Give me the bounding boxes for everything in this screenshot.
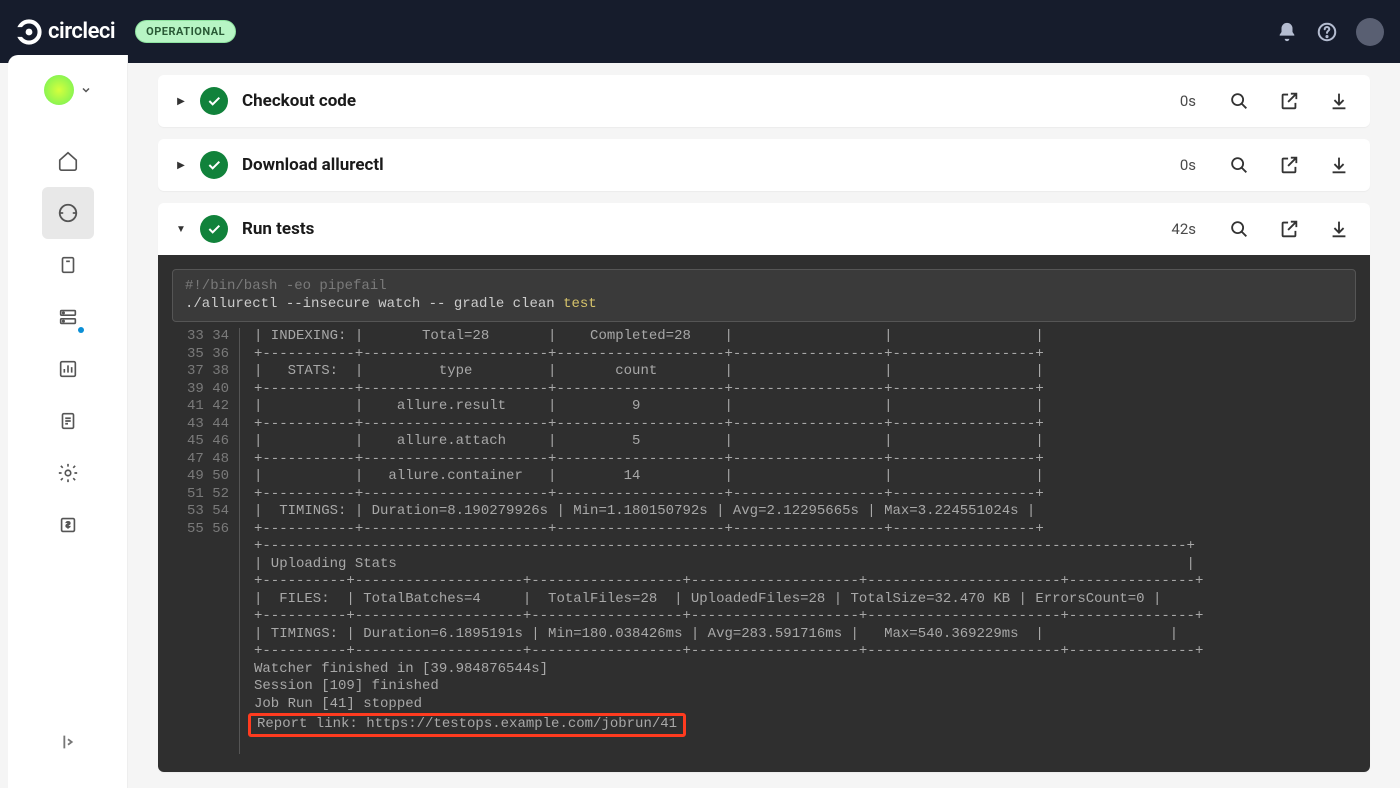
sidebar <box>8 55 128 788</box>
log-area: 33 34 35 36 37 38 39 40 41 42 43 44 45 4… <box>172 328 1356 754</box>
step-run-tests: ▼ Run tests 42s #!/bin/bash -eo pipefail… <box>158 203 1370 772</box>
nav-card[interactable] <box>42 239 94 291</box>
step-header[interactable]: ▶ Checkout code 0s <box>158 75 1370 127</box>
nav-pipelines[interactable] <box>42 187 94 239</box>
chevron-down-icon <box>80 84 92 96</box>
step-duration: 0s <box>1180 92 1196 110</box>
step-header[interactable]: ▶ Download allurectl 0s <box>158 139 1370 191</box>
expand-right-icon: ▶ <box>176 96 186 107</box>
report-link-highlight: Report link: https://testops.example.com… <box>248 713 686 737</box>
terminal-output: #!/bin/bash -eo pipefail ./allurectl --i… <box>158 255 1370 772</box>
expand-right-icon: ▶ <box>176 160 186 171</box>
download-icon[interactable] <box>1326 88 1352 114</box>
org-avatar <box>44 75 74 105</box>
pipeline-icon <box>57 202 79 224</box>
search-icon[interactable] <box>1226 88 1252 114</box>
gear-icon <box>57 462 79 484</box>
nav-servers[interactable] <box>42 291 94 343</box>
step-checkout: ▶ Checkout code 0s <box>158 75 1370 127</box>
step-header[interactable]: ▼ Run tests 42s <box>158 203 1370 255</box>
nav-dot-indicator <box>78 327 84 333</box>
chart-icon <box>57 358 79 380</box>
nav-settings[interactable] <box>42 447 94 499</box>
step-title: Run tests <box>242 219 314 239</box>
step-duration: 42s <box>1171 220 1196 238</box>
line-gutter: 33 34 35 36 37 38 39 40 41 42 43 44 45 4… <box>172 328 240 754</box>
status-badge[interactable]: OPERATIONAL <box>135 20 236 43</box>
document-icon <box>57 410 79 432</box>
step-download-allurectl: ▶ Download allurectl 0s <box>158 139 1370 191</box>
download-icon[interactable] <box>1326 152 1352 178</box>
home-icon <box>57 150 79 172</box>
user-avatar[interactable] <box>1356 18 1384 46</box>
log-lines: | INDEXING: | Total=28 | Completed=28 | … <box>240 328 1356 754</box>
nav-docs[interactable] <box>42 395 94 447</box>
open-external-icon[interactable] <box>1276 152 1302 178</box>
command-box: #!/bin/bash -eo pipefail ./allurectl --i… <box>172 269 1356 322</box>
status-success-icon <box>200 215 228 243</box>
status-success-icon <box>200 87 228 115</box>
sidebar-collapse[interactable] <box>42 716 94 768</box>
open-external-icon[interactable] <box>1276 216 1302 242</box>
expand-down-icon: ▼ <box>176 224 186 235</box>
nav-insights[interactable] <box>42 343 94 395</box>
brand-name: circleci <box>48 19 115 44</box>
bell-icon[interactable] <box>1276 21 1298 43</box>
step-title: Download allurectl <box>242 155 384 175</box>
open-external-icon[interactable] <box>1276 88 1302 114</box>
collapse-icon <box>57 731 79 753</box>
org-selector[interactable] <box>44 75 92 105</box>
step-duration: 0s <box>1180 156 1196 174</box>
card-icon <box>57 254 79 276</box>
dollar-icon <box>57 514 79 536</box>
command-line: ./allurectl --insecure watch -- gradle c… <box>185 296 1343 314</box>
download-icon[interactable] <box>1326 216 1352 242</box>
status-success-icon <box>200 151 228 179</box>
circleci-logo-icon <box>16 19 42 45</box>
help-icon[interactable] <box>1316 21 1338 43</box>
topbar: circleci OPERATIONAL <box>0 0 1400 63</box>
topbar-left: circleci OPERATIONAL <box>16 19 236 45</box>
brand-logo[interactable]: circleci <box>16 19 115 45</box>
nav-home[interactable] <box>42 135 94 187</box>
nav-items <box>42 135 94 551</box>
servers-icon <box>57 306 79 328</box>
main-content: ▶ Checkout code 0s ▶ Download allurectl <box>128 63 1400 788</box>
layout: ▶ Checkout code 0s ▶ Download allurectl <box>0 63 1400 788</box>
search-icon[interactable] <box>1226 152 1252 178</box>
topbar-right <box>1276 18 1384 46</box>
search-icon[interactable] <box>1226 216 1252 242</box>
step-title: Checkout code <box>242 91 356 111</box>
nav-billing[interactable] <box>42 499 94 551</box>
shebang-line: #!/bin/bash -eo pipefail <box>185 278 1343 296</box>
